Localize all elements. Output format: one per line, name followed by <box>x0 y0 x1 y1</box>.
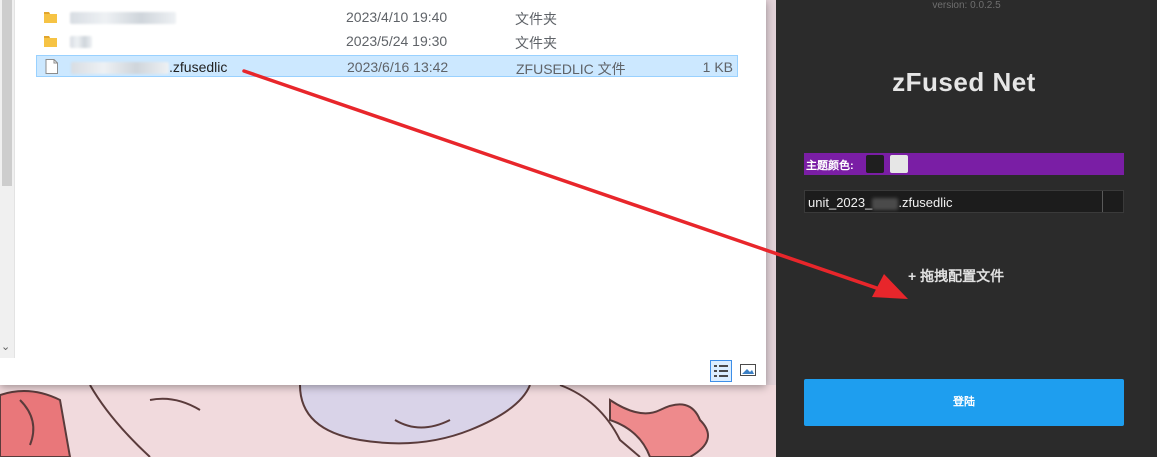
file-size: 1 KB <box>702 59 733 75</box>
config-file-value: unit_2023_ .zfusedlic <box>808 195 953 210</box>
file-type: 文件夹 <box>515 11 557 27</box>
config-file-field[interactable]: unit_2023_ .zfusedlic <box>804 190 1124 213</box>
navigation-scrollbar[interactable]: ⌄ <box>0 0 15 358</box>
folder-icon <box>44 12 57 23</box>
file-icon <box>45 59 58 74</box>
dark-theme-swatch[interactable] <box>866 155 884 173</box>
scrollbar-thumb[interactable] <box>2 0 12 186</box>
file-browse-button[interactable] <box>1102 191 1123 212</box>
theme-color-label: 主题颜色: <box>806 160 854 172</box>
theme-color-bar: 主题颜色: <box>804 153 1124 175</box>
drag-config-file-hint[interactable]: + 拖拽配置文件 <box>908 266 1004 286</box>
folder-icon <box>44 36 57 47</box>
file-type: ZFUSEDLIC 文件 <box>516 61 626 77</box>
file-row-license[interactable]: .zfusedlic 2023/6/16 13:42 ZFUSEDLIC 文件 … <box>36 55 738 77</box>
file-extension: .zfusedlic <box>169 59 228 75</box>
file-date: 2023/6/16 13:42 <box>347 59 449 75</box>
version-label: version: 0.0.2.5 <box>932 0 1001 11</box>
file-suffix: .zfusedlic <box>898 195 953 210</box>
file-date: 2023/4/10 19:40 <box>346 9 448 25</box>
zfused-login-panel: version: 0.0.2.5 zFused Net 主题颜色: unit_2… <box>776 0 1157 457</box>
file-name: .zfusedlic <box>71 59 227 75</box>
app-title: zFused Net <box>892 67 1036 97</box>
file-prefix: unit_2023_ <box>808 195 873 210</box>
light-theme-swatch[interactable] <box>890 155 908 173</box>
large-icons-view-button[interactable] <box>738 360 760 382</box>
file-row-folder-1[interactable]: 2023/4/10 19:40 文件夹 <box>36 6 738 28</box>
file-name-redacted <box>70 33 92 49</box>
image-view-icon <box>740 364 756 376</box>
details-view-button[interactable] <box>710 360 732 382</box>
file-explorer-window: ⌄ 2023/4/10 19:40 文件夹 2023/5/24 19:30 文件… <box>0 0 766 385</box>
file-row-folder-2[interactable]: 2023/5/24 19:30 文件夹 <box>36 30 738 52</box>
file-date: 2023/5/24 19:30 <box>346 33 448 49</box>
chevron-down-icon[interactable]: ⌄ <box>1 340 10 353</box>
login-button[interactable]: 登陆 <box>804 379 1124 426</box>
file-type: 文件夹 <box>515 35 557 51</box>
details-view-icon <box>714 365 728 377</box>
file-name-redacted <box>70 9 176 25</box>
